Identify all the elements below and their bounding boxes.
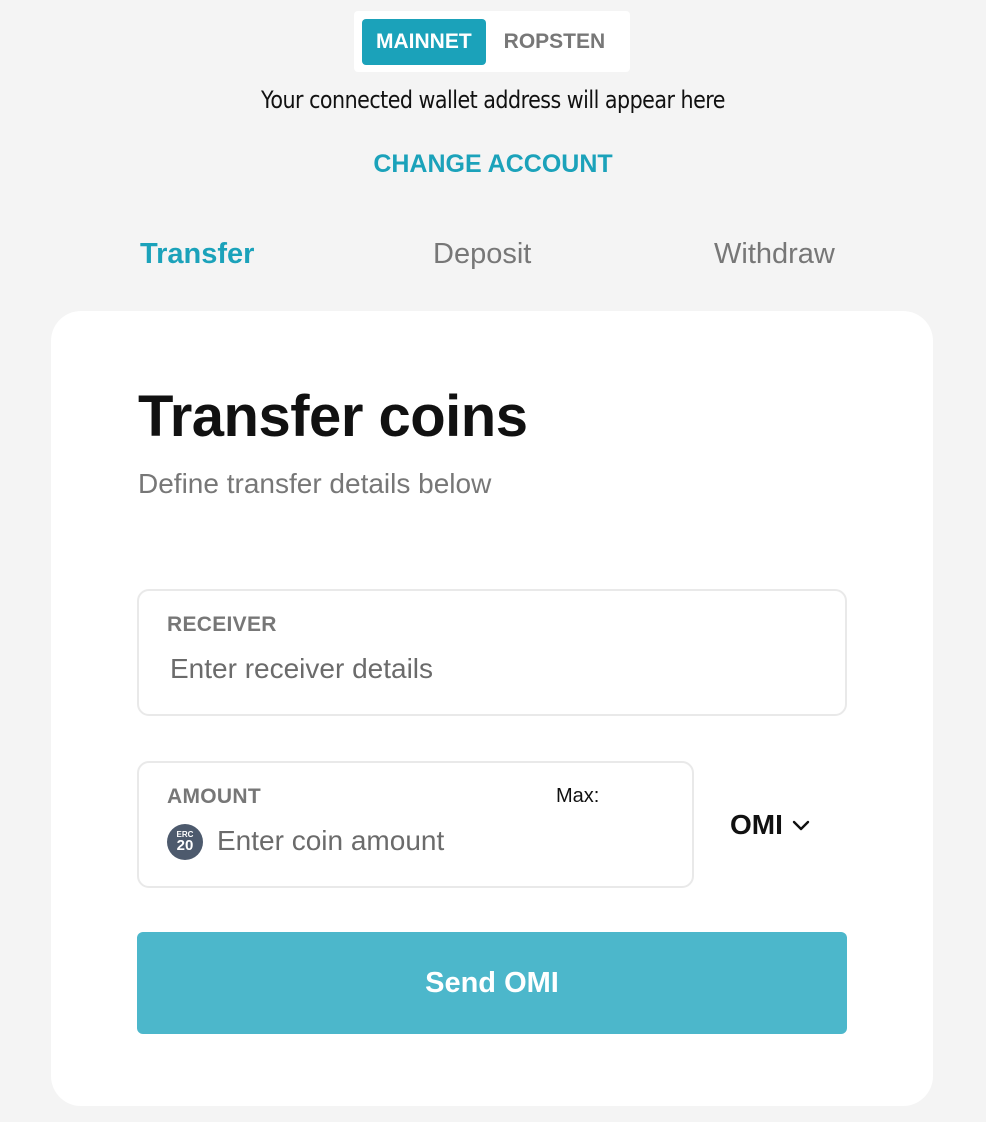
- transfer-card: Transfer coins Define transfer details b…: [51, 311, 933, 1106]
- receiver-input[interactable]: [170, 651, 810, 687]
- network-switch: MAINNET ROPSTEN: [354, 11, 630, 72]
- card-subtitle: Define transfer details below: [138, 468, 492, 499]
- erc20-token-icon: ERC 20: [167, 824, 203, 860]
- change-account-button[interactable]: CHANGE ACCOUNT: [0, 150, 986, 179]
- network-option-mainnet[interactable]: MAINNET: [362, 19, 486, 65]
- amount-input[interactable]: [217, 823, 657, 859]
- action-tabs: Transfer Deposit Withdraw: [0, 238, 986, 278]
- receiver-label: RECEIVER: [167, 613, 277, 636]
- tab-withdraw[interactable]: Withdraw: [714, 238, 835, 271]
- receiver-field: RECEIVER: [137, 589, 847, 716]
- erc20-badge-num: 20: [176, 837, 194, 854]
- amount-field: AMOUNT Max: ERC 20: [137, 761, 694, 888]
- wallet-address-text: Your connected wallet address will appea…: [261, 86, 725, 114]
- tab-deposit[interactable]: Deposit: [433, 238, 531, 271]
- card-title: Transfer coins: [138, 384, 528, 449]
- max-amount-label[interactable]: Max:: [556, 785, 599, 808]
- send-button[interactable]: Send OMI: [137, 932, 847, 1034]
- token-select[interactable]: OMI: [730, 807, 811, 843]
- amount-label: AMOUNT: [167, 785, 261, 808]
- network-option-ropsten[interactable]: ROPSTEN: [490, 19, 620, 65]
- tab-transfer[interactable]: Transfer: [140, 238, 254, 271]
- token-select-label: OMI: [730, 809, 783, 840]
- chevron-down-icon: [792, 820, 810, 831]
